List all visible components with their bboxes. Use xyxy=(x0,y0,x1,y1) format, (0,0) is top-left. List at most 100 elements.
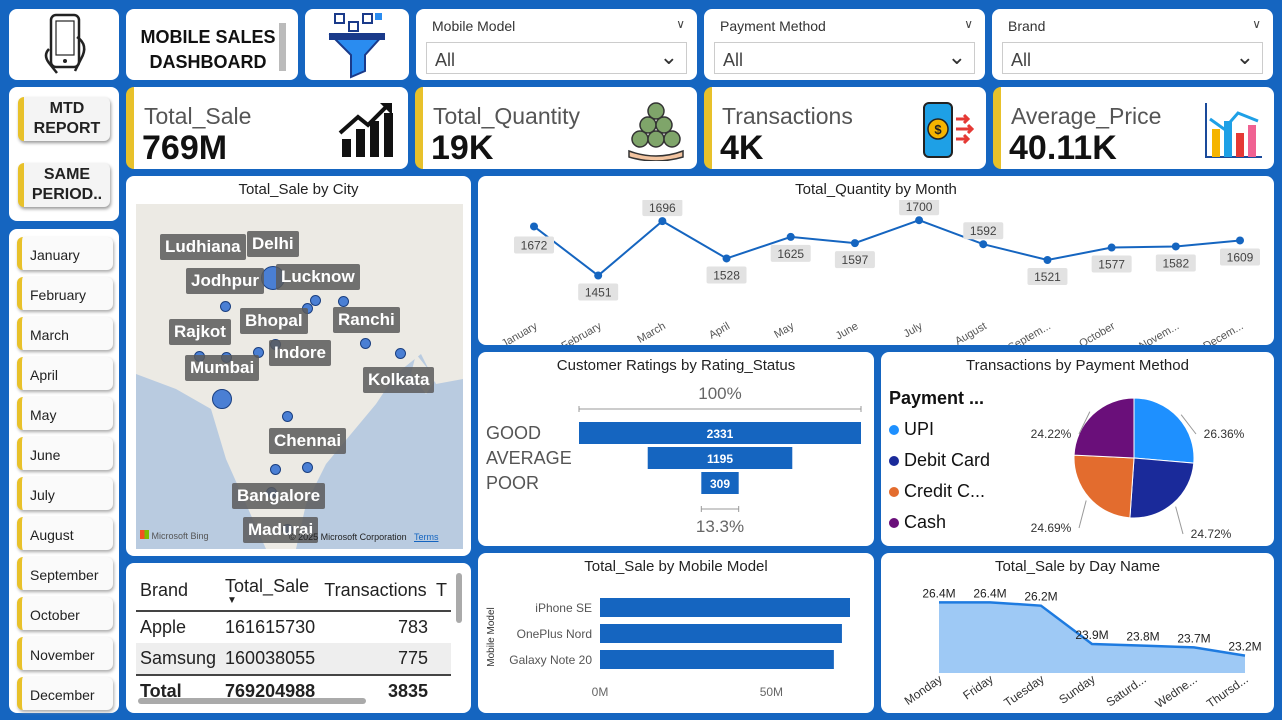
horizontal-scrollbar[interactable] xyxy=(138,698,366,704)
kpi-total-quantity: Total_Quantity 19K xyxy=(415,87,697,169)
slicer-payment-method[interactable]: Payment Method ∨ All ⌄ xyxy=(704,9,985,80)
attribution-text: Microsoft Bing xyxy=(151,531,209,541)
slice-label: 24.69% xyxy=(1031,521,1072,535)
mtd-line-2: REPORT xyxy=(33,120,101,137)
slice-leader-line xyxy=(1078,500,1087,529)
data-label: 1592 xyxy=(970,224,997,238)
month-button-april[interactable]: April xyxy=(17,357,113,390)
x-tick-label: 50M xyxy=(760,685,783,699)
month-button-may[interactable]: May xyxy=(17,397,113,430)
payment-pie-chart[interactable]: 26.36% 24.72% 24.69% 24.22% xyxy=(881,376,1274,546)
mobile-model-dropdown[interactable]: All ⌄ xyxy=(426,42,687,74)
slicer-brand[interactable]: Brand ∨ All ⌄ xyxy=(992,9,1273,80)
column-header-total-sale[interactable]: Total_Sale ▼ xyxy=(221,571,320,611)
table-row[interactable]: Samsung 160038055 775 xyxy=(136,643,451,675)
model-bar-chart[interactable]: Mobile Model iPhone SE OnePlus Nord Galaxy … xyxy=(478,577,874,713)
month-button-october[interactable]: October xyxy=(17,597,113,630)
slicer-mobile-model[interactable]: Mobile Model ∨ All ⌄ xyxy=(416,9,697,80)
filter-icon-card[interactable] xyxy=(305,9,409,80)
growth-bars-icon xyxy=(338,103,393,157)
month-button-june[interactable]: June xyxy=(17,437,113,470)
chevron-up-icon[interactable]: ∨ xyxy=(1252,17,1261,31)
city-bubble[interactable] xyxy=(395,348,406,359)
line-point xyxy=(1043,256,1052,264)
month-button-january[interactable]: January xyxy=(17,237,113,270)
vertical-scrollbar[interactable] xyxy=(456,573,462,623)
data-label: 1577 xyxy=(1098,258,1125,272)
x-tick-label: February xyxy=(560,320,605,345)
month-button-december[interactable]: December xyxy=(17,677,113,710)
city-label-bangalore: Bangalore xyxy=(232,483,326,509)
city-bubble[interactable] xyxy=(212,389,232,409)
line-point xyxy=(722,254,731,263)
table-row[interactable]: Apple 161615730 783 xyxy=(136,611,451,643)
data-label: 1528 xyxy=(713,268,740,282)
month-button-july[interactable]: July xyxy=(17,477,113,510)
city-bubble[interactable] xyxy=(302,462,313,473)
model-bar xyxy=(600,650,834,669)
brand-dropdown[interactable]: All ⌄ xyxy=(1002,42,1263,74)
same-period-button[interactable]: SAME PERIOD.. xyxy=(18,163,110,207)
column-header-transactions[interactable]: Transactions xyxy=(320,571,432,611)
quantity-line-chart[interactable]: 1672 January 1451 February 1696 March 1528 Apri… xyxy=(478,200,1274,345)
city-label-chennai: Chennai xyxy=(269,428,347,454)
x-tick-label: Monday xyxy=(902,672,945,708)
coins-hand-icon xyxy=(628,102,684,161)
bottom-percent-label: 13.3% xyxy=(696,517,744,536)
data-label: 1521 xyxy=(1034,270,1061,284)
bar-value-label: 309 xyxy=(710,477,730,491)
mtd-report-button[interactable]: MTD REPORT xyxy=(18,97,110,141)
ratings-funnel-chart[interactable]: 100% 2331 GOOD 1195 AVERAGE 309 POOR 13.3% xyxy=(478,376,874,546)
month-button-march[interactable]: March xyxy=(17,317,113,350)
data-label: 26.2M xyxy=(1024,590,1057,604)
terms-link[interactable]: Terms xyxy=(414,532,439,542)
slice-label: 26.36% xyxy=(1204,427,1245,441)
pie-slice xyxy=(1129,457,1195,519)
city-label-jodhpur: Jodhpur xyxy=(186,268,264,294)
month-button-february[interactable]: February xyxy=(17,277,113,310)
data-label: 1609 xyxy=(1227,250,1254,264)
city-bubble[interactable] xyxy=(220,301,231,312)
city-bubble[interactable] xyxy=(270,464,281,475)
city-bubble[interactable] xyxy=(338,296,349,307)
category-label: AVERAGE xyxy=(486,448,572,468)
chevron-down-icon[interactable]: ⌄ xyxy=(948,44,966,70)
map-canvas[interactable]: Ludhiana Delhi Jodhpur Lucknow Bhopal Ra… xyxy=(136,204,463,549)
month-button-september[interactable]: September xyxy=(17,557,113,590)
city-bubble[interactable] xyxy=(360,338,371,349)
chart-title: Total_Sale by Day Name xyxy=(994,558,1161,575)
data-label: 1597 xyxy=(842,253,869,267)
chart-title: Transactions by Payment Method xyxy=(966,357,1189,374)
report-nav-card: MTD REPORT SAME PERIOD.. xyxy=(9,87,119,221)
sales-by-city-map[interactable]: Total_Sale by City Ludhiana Delhi Jodhpu… xyxy=(126,176,471,556)
x-tick-label: October xyxy=(1077,320,1117,345)
day-area-chart[interactable]: 26.4M Monday 26.4M Friday 26.2M Tuesday 23.9M S… xyxy=(881,577,1274,713)
city-label-rajkot: Rajkot xyxy=(169,319,231,345)
chevron-up-icon[interactable]: ∨ xyxy=(676,17,685,31)
brand-table[interactable]: Brand Total_Sale ▼ Transactions T Apple 1… xyxy=(126,563,471,713)
pie-slice xyxy=(1133,397,1195,464)
quantity-line xyxy=(533,219,1241,277)
city-label-mumbai: Mumbai xyxy=(185,355,260,381)
data-label: 1672 xyxy=(521,238,548,252)
month-button-november[interactable]: November xyxy=(17,637,113,670)
column-header-truncated[interactable]: T xyxy=(432,571,451,611)
data-label: 26.4M xyxy=(922,586,955,600)
month-button-august[interactable]: August xyxy=(17,517,113,550)
cell-sale: 161615730 xyxy=(225,617,316,637)
model-bar xyxy=(600,624,842,643)
top-percent-label: 100% xyxy=(698,384,741,403)
city-bubble[interactable] xyxy=(282,411,293,422)
city-label-lucknow: Lucknow xyxy=(276,264,360,290)
city-label-ranchi: Ranchi xyxy=(333,307,400,333)
x-tick-label: Sunday xyxy=(1056,672,1097,707)
chevron-up-icon[interactable]: ∨ xyxy=(964,17,973,31)
x-tick-label: May xyxy=(772,320,796,341)
chevron-down-icon[interactable]: ⌄ xyxy=(660,44,678,70)
payment-method-dropdown[interactable]: All ⌄ xyxy=(714,42,975,74)
column-header-brand[interactable]: Brand xyxy=(136,571,221,611)
phone-icon-card xyxy=(9,9,119,80)
x-tick-label: January xyxy=(500,320,540,345)
data-label: 23.2M xyxy=(1228,640,1261,654)
chevron-down-icon[interactable]: ⌄ xyxy=(1236,44,1254,70)
